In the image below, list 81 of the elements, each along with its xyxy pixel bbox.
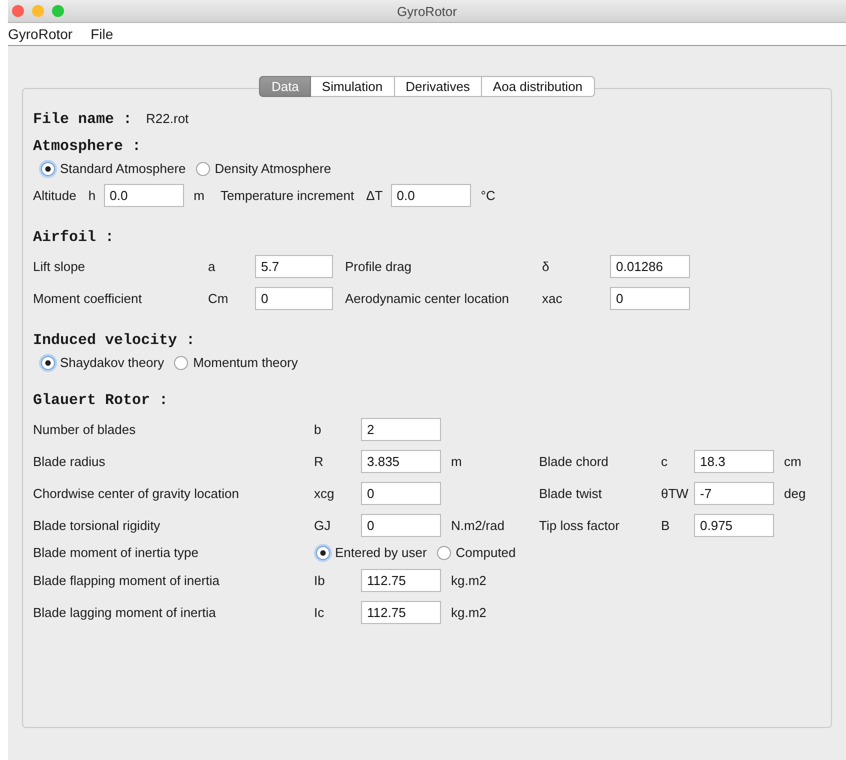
- symbol-label: δ: [542, 259, 550, 274]
- section-heading: Glauert Rotor :: [33, 392, 168, 409]
- field-label: Blade radius: [33, 454, 106, 469]
- tab[interactable]: Derivatives: [394, 76, 482, 97]
- minimize-button[interactable]: [32, 5, 44, 17]
- input-field[interactable]: 0: [361, 514, 441, 537]
- radio-icon[interactable]: [41, 356, 55, 370]
- symbol-label: xac: [542, 291, 564, 306]
- field-label: Altitude: [33, 188, 76, 203]
- section-heading: File name :: [33, 111, 132, 128]
- radio-option[interactable]: Computed: [436, 545, 516, 560]
- radio-icon[interactable]: [174, 356, 188, 370]
- symbol-label: xcg: [314, 486, 336, 501]
- radio-option[interactable]: Standard Atmosphere: [41, 161, 186, 176]
- unit-label: cm: [783, 454, 802, 469]
- tab[interactable]: Simulation: [310, 76, 395, 97]
- window-title: GyroRotor: [397, 4, 457, 18]
- symbol-label: Cm: [208, 291, 230, 306]
- symbol-label: b: [314, 422, 322, 437]
- input-field[interactable]: 0: [361, 482, 441, 505]
- field-label: Lift slope: [33, 259, 86, 274]
- input-field[interactable]: 0.0: [104, 184, 184, 207]
- menu-item[interactable]: GyroRotor: [8, 26, 73, 42]
- input-field[interactable]: 112.75: [361, 601, 441, 624]
- input-field[interactable]: 18.3: [694, 450, 774, 473]
- section-heading: Induced velocity :: [33, 332, 196, 349]
- radio-icon[interactable]: [316, 546, 330, 560]
- field-label: Blade lagging moment of inertia: [33, 605, 217, 620]
- close-button[interactable]: [12, 5, 24, 17]
- symbol-label: c: [661, 454, 668, 469]
- field-label: Chordwise center of gravity location: [33, 486, 240, 501]
- field-label: Moment coefficient: [33, 291, 143, 306]
- field-label: Temperature increment: [220, 188, 354, 203]
- unit-label: kg.m2: [450, 605, 488, 620]
- radio-option[interactable]: Shaydakov theory: [41, 355, 164, 370]
- radio-icon[interactable]: [41, 162, 55, 176]
- radio-icon[interactable]: [436, 546, 451, 560]
- input-field[interactable]: 0.975: [694, 514, 774, 537]
- input-field[interactable]: 5.7: [255, 255, 333, 278]
- input-field[interactable]: 112.75: [361, 569, 441, 592]
- input-field[interactable]: 0.01286: [610, 255, 690, 278]
- field-label: Aerodynamic center location: [344, 291, 510, 306]
- radio-option[interactable]: Momentum theory: [174, 355, 298, 370]
- field-label: Blade twist: [539, 486, 603, 501]
- unit-label: deg: [783, 486, 807, 501]
- radio-option[interactable]: Entered by user: [316, 545, 427, 560]
- unit-label: m: [450, 454, 463, 469]
- unit-label: °C: [480, 188, 496, 203]
- zoom-button[interactable]: [52, 5, 64, 17]
- input-field[interactable]: 2: [361, 418, 441, 441]
- file-name: R22.rot: [146, 111, 189, 126]
- radio-icon[interactable]: [196, 162, 210, 176]
- symbol-label: Ic: [314, 605, 326, 620]
- symbol-label: θTW: [661, 486, 690, 501]
- unit-label: m: [194, 188, 204, 203]
- symbol-label: R: [314, 454, 324, 469]
- symbol-label: Ib: [314, 573, 326, 588]
- input-field[interactable]: 0: [610, 287, 690, 310]
- input-field[interactable]: 0.0: [390, 184, 471, 207]
- symbol-label: B: [661, 518, 671, 533]
- unit-label: N.m2/rad: [450, 518, 506, 533]
- section-heading: Atmosphere :: [33, 138, 142, 155]
- section-heading: Airfoil :: [33, 229, 114, 246]
- unit-label: kg.m2: [450, 573, 488, 588]
- symbol-label: a: [208, 259, 216, 274]
- menu-item[interactable]: File: [90, 26, 114, 42]
- field-label: Profile drag: [344, 259, 412, 274]
- radio-option[interactable]: Density Atmosphere: [196, 161, 332, 176]
- field-label: Blade moment of inertia type: [33, 545, 200, 560]
- input-field[interactable]: 3.835: [361, 450, 441, 473]
- field-label: Blade torsional rigidity: [33, 518, 162, 533]
- symbol-label: ΔT: [366, 188, 383, 203]
- field-label: Number of blades: [33, 422, 137, 437]
- symbol-label: h: [88, 188, 96, 203]
- input-field[interactable]: 0: [255, 287, 333, 310]
- field-label: Tip loss factor: [539, 518, 620, 533]
- tab[interactable]: Aoa distribution: [482, 76, 595, 97]
- input-field[interactable]: -7: [694, 482, 774, 505]
- field-label: Blade chord: [539, 454, 610, 469]
- symbol-label: GJ: [314, 518, 332, 533]
- field-label: Blade flapping moment of inertia: [33, 573, 220, 588]
